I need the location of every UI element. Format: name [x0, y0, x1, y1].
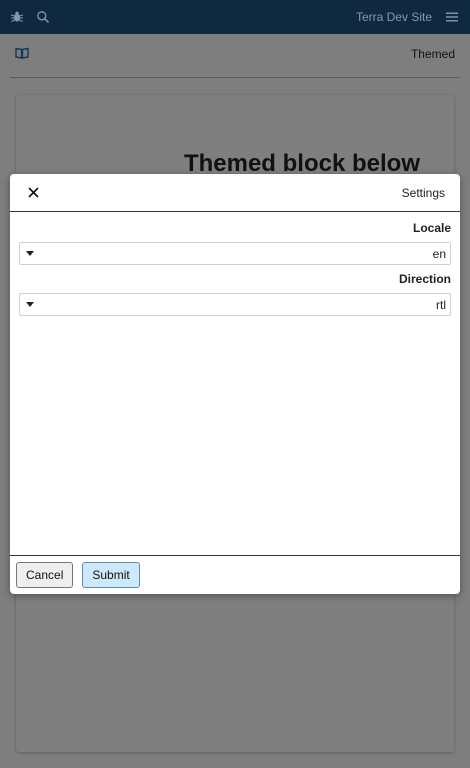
- themed-label: Themed: [410, 47, 455, 61]
- dialog-footer: Cancel Submit: [10, 555, 460, 594]
- dialog-title: Settings: [401, 185, 445, 200]
- locale-select[interactable]: en: [19, 242, 451, 265]
- sub-header: Themed: [0, 34, 470, 78]
- chevron-down-icon: [26, 249, 36, 259]
- dialog-body: Locale en Direction rtl: [10, 212, 460, 555]
- submit-button[interactable]: Submit: [82, 562, 140, 588]
- bug-icon[interactable]: [7, 7, 27, 27]
- chevron-down-icon: [26, 300, 36, 310]
- search-icon[interactable]: [33, 7, 53, 27]
- close-icon[interactable]: [18, 178, 48, 208]
- locale-value: en: [432, 246, 446, 261]
- top-bar: Terra Dev Site: [0, 0, 470, 34]
- direction-label: Direction: [398, 272, 451, 286]
- settings-dialog: Settings Locale en Direction rtl Cancel …: [10, 174, 460, 594]
- dialog-header: Settings: [10, 174, 460, 212]
- header-divider: [10, 77, 460, 78]
- book-icon[interactable]: [15, 46, 29, 63]
- site-name[interactable]: Terra Dev Site: [356, 10, 432, 24]
- direction-select[interactable]: rtl: [19, 293, 451, 316]
- locale-label: Locale: [412, 221, 451, 235]
- hamburger-menu-icon[interactable]: [442, 7, 462, 27]
- cancel-button[interactable]: Cancel: [16, 562, 74, 588]
- top-bar-left: [7, 7, 53, 27]
- direction-value: rtl: [436, 297, 446, 312]
